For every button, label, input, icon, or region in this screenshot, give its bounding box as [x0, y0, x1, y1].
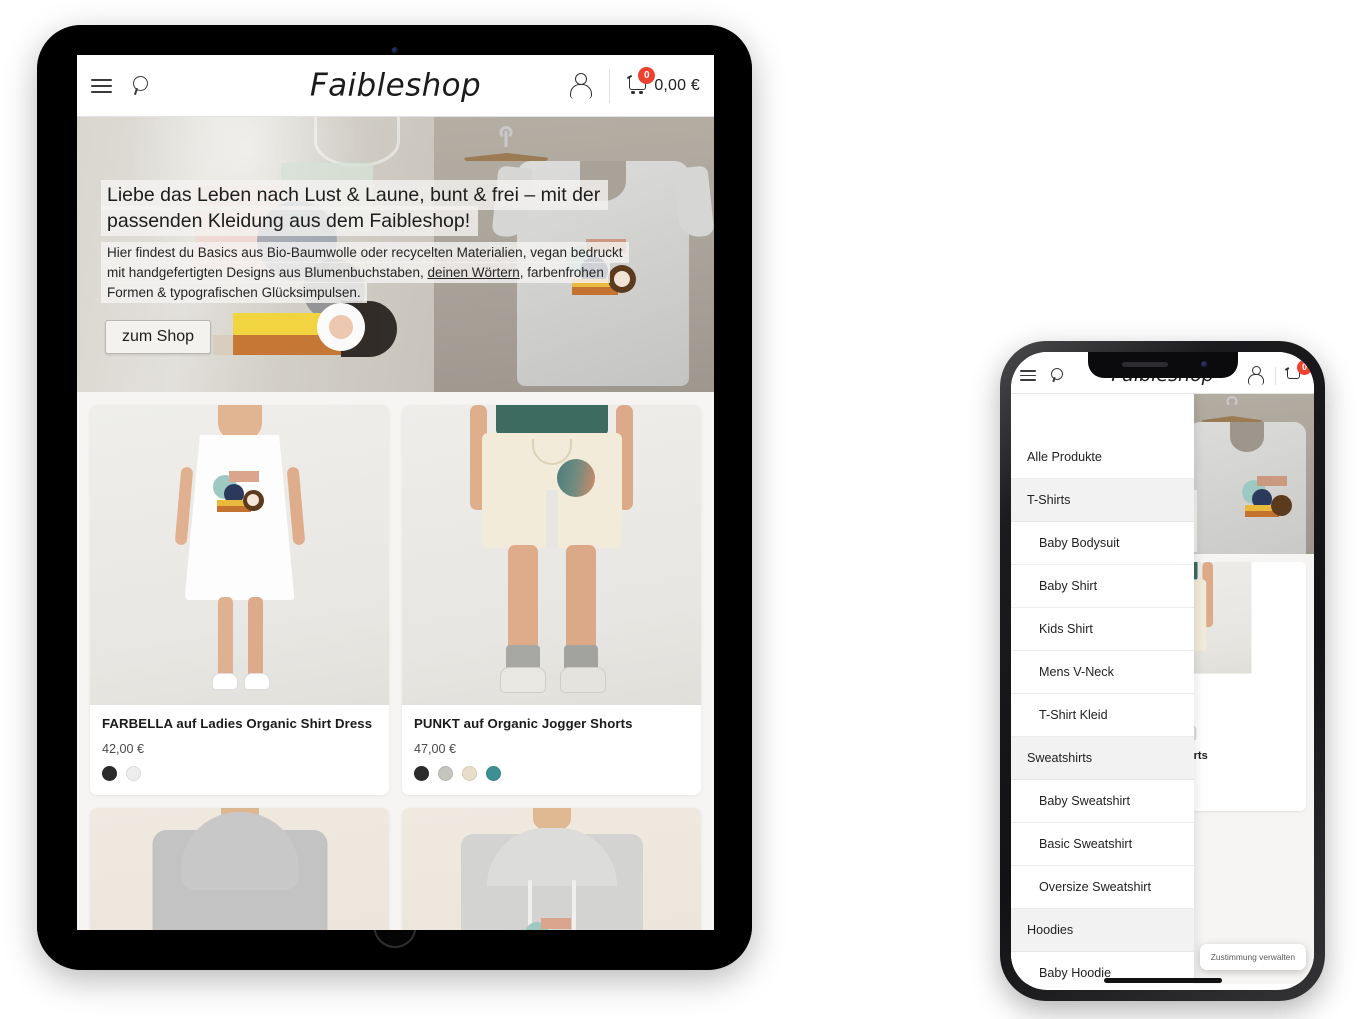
zum-shop-button[interactable]: zum Shop — [105, 320, 212, 354]
hamburger-icon[interactable] — [91, 78, 112, 93]
phone-header-actions: 0 — [1246, 359, 1312, 386]
hero-banner: Liebe das Leben nach Lust & Laune, bunt … — [77, 117, 714, 392]
product-info: FARBELLA auf Ladies Organic Shirt Dress … — [90, 705, 389, 795]
phone-notch — [1087, 352, 1238, 378]
header-left-actions — [91, 75, 152, 96]
product-image — [402, 405, 701, 705]
phone-screen: Faibleshop 0 — [1011, 352, 1314, 990]
hero-paragraph-link[interactable]: deinen Wörtern — [427, 265, 519, 280]
menu-item-sweatshirts[interactable]: Sweatshirts — [1011, 737, 1194, 780]
home-indicator[interactable] — [1103, 978, 1222, 983]
front-camera-icon — [1200, 361, 1208, 368]
product-info: PUNKT auf Organic Jogger Shorts 47,00 € — [402, 705, 701, 795]
product-card[interactable] — [402, 808, 701, 930]
color-swatches — [102, 766, 377, 782]
hero-paragraph: Hier findest du Basics aus Bio-Baumwolle… — [101, 242, 629, 303]
product-print-graphic — [524, 918, 579, 930]
color-swatch[interactable] — [126, 766, 141, 782]
shop-header: Faibleshop 0 0,00 € — [77, 55, 714, 117]
menu-item-baby-shirt[interactable]: Baby Shirt — [1011, 565, 1194, 608]
brand-logo[interactable]: Faibleshop — [310, 67, 481, 103]
product-grid: FARBELLA auf Ladies Organic Shirt Dress … — [77, 392, 714, 930]
tablet-screen: Faibleshop 0 0,00 € Liebe das Leben nach… — [77, 55, 714, 930]
product-title: FARBELLA auf Ladies Organic Shirt Dress — [102, 716, 373, 731]
menu-item-mens-v-neck[interactable]: Mens V-Neck — [1011, 651, 1194, 694]
menu-item-t-shirt-kleid[interactable]: T-Shirt Kleid — [1011, 694, 1194, 737]
shopping-cart-icon: 0 — [627, 66, 656, 97]
color-swatch[interactable] — [462, 766, 477, 782]
cart-button[interactable]: 0 0,00 € — [609, 66, 700, 103]
menu-item-alle-produkte[interactable]: Alle Produkte — [1011, 436, 1194, 479]
menu-item-oversize-sweatshirt[interactable]: Oversize Sweatshirt — [1011, 866, 1194, 909]
color-swatch[interactable] — [414, 766, 429, 782]
color-swatch[interactable] — [486, 766, 501, 782]
tablet-front-camera-icon — [391, 47, 398, 54]
menu-item-t-shirts[interactable]: T-Shirts — [1011, 479, 1194, 522]
product-title: PUNKT auf Organic Jogger Shorts — [414, 716, 633, 731]
mockup-stage: Faibleshop 0 0,00 € Liebe das Leben nach… — [0, 0, 1366, 1019]
menu-item-kids-shirt[interactable]: Kids Shirt — [1011, 608, 1194, 651]
menu-item-hoodies[interactable]: Hoodies — [1011, 909, 1194, 952]
color-swatch[interactable] — [102, 766, 117, 782]
phone-page-body: t & er em -Baumwolle, rtigten en, deinen… — [1011, 394, 1314, 984]
user-account-icon[interactable] — [1246, 365, 1264, 386]
search-icon[interactable] — [132, 75, 152, 96]
product-image — [90, 405, 389, 705]
phone-device-frame: Faibleshop 0 — [1000, 341, 1325, 1001]
phone-hero-print — [1242, 476, 1294, 522]
product-print-graphic — [212, 471, 267, 517]
product-price: 47,00 € — [414, 742, 457, 757]
menu-item-baby-sweatshirt[interactable]: Baby Sweatshirt — [1011, 780, 1194, 823]
hero-vneck-detail — [314, 117, 401, 167]
cart-button[interactable]: 0 — [1275, 359, 1312, 385]
cart-count-badge: 0 — [1297, 359, 1312, 375]
cart-total: 0,00 € — [654, 76, 700, 94]
product-image — [90, 808, 389, 930]
user-account-icon[interactable] — [567, 71, 593, 101]
phone-hero-tshirt-image — [1188, 422, 1306, 554]
menu-item-basic-sweatshirt[interactable]: Basic Sweatshirt — [1011, 823, 1194, 866]
search-icon[interactable] — [1050, 368, 1065, 383]
product-image — [402, 808, 701, 930]
product-card[interactable] — [90, 808, 389, 930]
hamburger-icon[interactable] — [1020, 370, 1036, 381]
consent-manage-button[interactable]: Zustimmung verwalten — [1199, 944, 1306, 970]
product-card[interactable]: PUNKT auf Organic Jogger Shorts 47,00 € — [402, 405, 701, 796]
color-swatches — [414, 766, 689, 782]
tablet-bezel: Faibleshop 0 0,00 € Liebe das Leben nach… — [37, 25, 752, 970]
header-right-actions: 0 0,00 € — [567, 66, 700, 103]
product-card[interactable]: FARBELLA auf Ladies Organic Shirt Dress … — [90, 405, 389, 796]
hero-headline: Liebe das Leben nach Lust & Laune, bunt … — [101, 180, 609, 236]
menu-item-baby-bodysuit[interactable]: Baby Bodysuit — [1011, 522, 1194, 565]
earpiece-speaker-icon — [1121, 362, 1168, 367]
hero-copy: Liebe das Leben nach Lust & Laune, bunt … — [101, 180, 629, 303]
color-swatch[interactable] — [438, 766, 453, 782]
product-price: 42,00 € — [102, 742, 145, 757]
cart-count-badge: 0 — [638, 66, 656, 84]
navigation-drawer: Alle Produkte T-Shirts Baby Bodysuit Baby S… — [1011, 394, 1194, 984]
tablet-device-frame: Faibleshop 0 0,00 € Liebe das Leben nach… — [37, 25, 752, 970]
